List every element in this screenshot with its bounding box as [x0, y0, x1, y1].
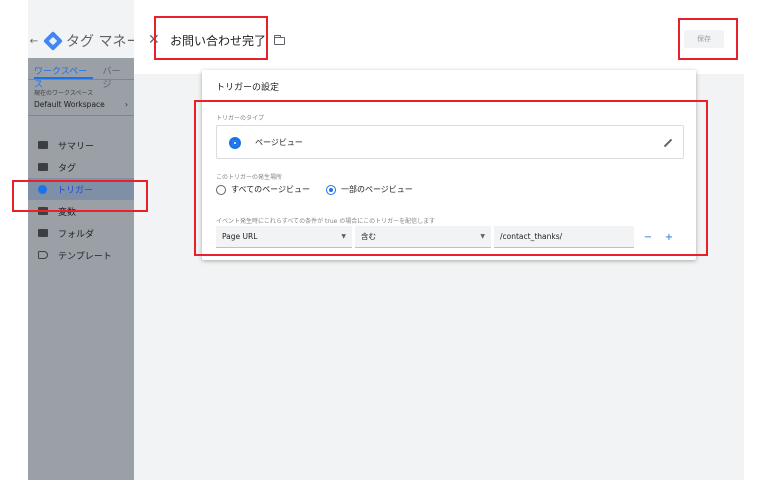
- caret-down-icon: ▼: [341, 233, 346, 240]
- filter-row: Page URL ▼ 含む ▼ /contact_thanks/ − +: [216, 226, 676, 248]
- sidebar-item-label: 変数: [58, 207, 77, 218]
- template-icon: [38, 251, 48, 259]
- trigger-type-label: トリガーのタイプ: [216, 115, 265, 122]
- add-condition-button[interactable]: +: [662, 232, 676, 243]
- radio-some-pageviews[interactable]: 一部のページビュー: [325, 184, 413, 195]
- sidebar-item-summary[interactable]: サマリー: [28, 134, 134, 156]
- fire-location-radios: すべてのページビュー 一部のページビュー: [216, 184, 421, 195]
- chevron-right-icon: ›: [125, 100, 128, 109]
- sidebar-item-label: タグ: [58, 163, 77, 174]
- sidebar-item-variables[interactable]: 変数: [28, 200, 134, 222]
- radio-button-checked[interactable]: [325, 184, 336, 195]
- sidebar-item-triggers[interactable]: トリガー: [28, 178, 134, 200]
- pencil-icon[interactable]: [663, 138, 673, 148]
- trigger-icon: [38, 184, 47, 194]
- tab-workspace[interactable]: ワークスペース: [34, 64, 93, 90]
- gtm-header: ← タグ マネー: [28, 24, 148, 58]
- close-icon[interactable]: ✕: [148, 32, 160, 48]
- sidebar-nav: サマリー タグ トリガー 変数 フォルダ テンプレート: [28, 134, 134, 266]
- save-button[interactable]: 保存: [684, 30, 724, 48]
- variable-select[interactable]: Page URL ▼: [216, 226, 352, 248]
- trigger-name-field[interactable]: お問い合わせ完了: [170, 32, 286, 49]
- radio-button[interactable]: [216, 184, 226, 195]
- condition-label: イベント発生時にこれらすべての条件が true の場合にこのトリガーを配信します: [216, 218, 436, 225]
- card-title: トリガーの設定: [216, 83, 280, 93]
- workspace-tabs: ワークスペース バージ: [28, 58, 134, 90]
- sidebar-item-label: トリガー: [57, 185, 94, 196]
- trigger-type-value: ページビュー: [255, 138, 303, 147]
- caret-down-icon: ▼: [480, 233, 485, 240]
- product-title: タグ マネー: [66, 34, 141, 50]
- sidebar-item-label: サマリー: [58, 141, 95, 152]
- tab-versions[interactable]: バージ: [103, 64, 128, 90]
- workspace-label: 現在のワークスペース: [34, 90, 94, 97]
- trigger-config-card: トリガーの設定 トリガーのタイプ ページビュー このトリガーの発生場所 すべての…: [202, 70, 696, 260]
- variables-icon: [38, 207, 48, 215]
- sidebar: ワークスペース バージ 現在のワークスペース Default Workspace…: [28, 58, 134, 480]
- divider: [202, 100, 696, 101]
- gtm-logo-icon: [43, 31, 63, 51]
- sidebar-item-templates[interactable]: テンプレート: [28, 244, 134, 266]
- eye-icon: [229, 137, 241, 149]
- value-text: /contact_thanks/: [500, 232, 563, 241]
- back-arrow-icon[interactable]: ←: [28, 36, 40, 47]
- panel-header: ✕ お問い合わせ完了 保存: [134, 0, 744, 74]
- operator-value: 含む: [361, 232, 376, 241]
- folder-icon: [38, 229, 48, 237]
- radio-label: 一部のページビュー: [340, 185, 413, 194]
- tag-icon: [38, 163, 48, 171]
- workspace-selector[interactable]: Default Workspace ›: [28, 100, 134, 116]
- trigger-type-selector[interactable]: ページビュー: [216, 125, 684, 159]
- sidebar-item-label: フォルダ: [58, 229, 95, 240]
- trigger-name: お問い合わせ完了: [170, 34, 267, 48]
- value-input[interactable]: /contact_thanks/: [494, 226, 634, 248]
- remove-condition-button[interactable]: −: [641, 232, 655, 243]
- sidebar-item-label: テンプレート: [58, 251, 112, 262]
- fire-location-label: このトリガーの発生場所: [216, 174, 283, 181]
- operator-select[interactable]: 含む ▼: [355, 226, 491, 248]
- briefcase-icon: [38, 141, 48, 149]
- workspace-name: Default Workspace: [34, 100, 105, 109]
- sidebar-item-tags[interactable]: タグ: [28, 156, 134, 178]
- variable-value: Page URL: [222, 232, 258, 241]
- radio-label: すべてのページビュー: [231, 185, 310, 194]
- folder-icon[interactable]: [274, 34, 286, 45]
- radio-all-pageviews[interactable]: すべてのページビュー: [216, 184, 310, 195]
- sidebar-item-folders[interactable]: フォルダ: [28, 222, 134, 244]
